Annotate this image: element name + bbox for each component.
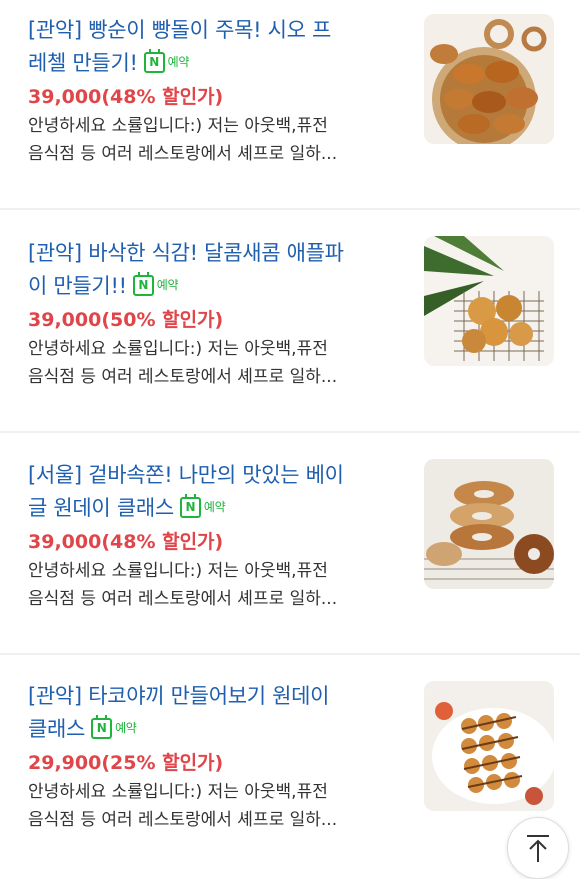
item-text: [관악] 빵순이 빵돌이 주목! 시오 프 레첼 만들기! N 예약 39,000(… <box>28 14 396 168</box>
naver-calendar-icon: N <box>179 493 201 518</box>
reservation-label: 예약 <box>203 499 226 514</box>
item-thumbnail[interactable] <box>424 14 554 144</box>
item-title[interactable]: [서울] 겉바속쫀! 나만의 맛있는 베이 글 원데이 클래스 N 예약 <box>28 459 396 526</box>
naver-calendar-icon: N <box>143 48 165 73</box>
item-thumbnail[interactable] <box>424 681 554 811</box>
item-text: [관악] 바삭한 식감! 달콤새콤 애플파 이 만들기!! N 예약 39,000(… <box>28 237 396 391</box>
item-thumbnail[interactable] <box>424 236 554 366</box>
title-line-2[interactable]: 레첼 만들기! <box>28 51 138 75</box>
item-price: 39,000(50% 할인가) <box>28 308 224 331</box>
scroll-to-top-button[interactable] <box>507 817 569 879</box>
reservation-badge: N 예약 <box>143 46 190 79</box>
item-title[interactable]: [관악] 타코야끼 만들어보기 원데이 클래스 N 예약 <box>28 680 396 747</box>
list-item[interactable]: [관악] 빵순이 빵돌이 주목! 시오 프 레첼 만들기! N 예약 39,000(… <box>0 0 580 210</box>
reservation-label: 예약 <box>167 54 190 69</box>
desc-line-1: 안녕하세요 소률입니다:) 저는 아웃백,퓨전 <box>28 781 328 802</box>
item-price: 29,900(25% 할인가) <box>28 751 224 774</box>
title-line-1[interactable]: [서울] 겉바속쫀! 나만의 맛있는 베이 <box>28 463 344 487</box>
desc-line-2: 음식점 등 여러 레스토랑에서 셰프로 일하... <box>28 366 338 387</box>
item-title[interactable]: [관악] 빵순이 빵돌이 주목! 시오 프 레첼 만들기! N 예약 <box>28 14 396 81</box>
naver-calendar-icon: N <box>91 714 113 739</box>
list-item[interactable]: [관악] 바삭한 식감! 달콤새콤 애플파 이 만들기!! N 예약 39,000(… <box>0 210 580 433</box>
item-price: 39,000(48% 할인가) <box>28 85 224 108</box>
desc-line-1: 안녕하세요 소률입니다:) 저는 아웃백,퓨전 <box>28 338 328 359</box>
item-price: 39,000(48% 할인가) <box>28 530 224 553</box>
reservation-badge: N 예약 <box>91 712 137 745</box>
reservation-badge: N 예약 <box>179 491 226 524</box>
item-thumbnail[interactable] <box>424 459 554 589</box>
arrow-up-icon <box>527 835 549 862</box>
item-text: [관악] 타코야끼 만들어보기 원데이 클래스 N 예약 29,900(25% 할인… <box>28 680 396 834</box>
title-line-2[interactable]: 클래스 <box>28 717 85 741</box>
title-line-2[interactable]: 글 원데이 클래스 <box>28 496 174 520</box>
item-title[interactable]: [관악] 바삭한 식감! 달콤새콤 애플파 이 만들기!! N 예약 <box>28 237 396 304</box>
reservation-badge: N 예약 <box>132 269 179 302</box>
naver-calendar-icon: N <box>132 271 154 296</box>
reservation-label: 예약 <box>156 277 179 292</box>
desc-line-1: 안녕하세요 소률입니다:) 저는 아웃백,퓨전 <box>28 115 328 136</box>
desc-line-2: 음식점 등 여러 레스토랑에서 셰프로 일하... <box>28 809 338 830</box>
desc-line-1: 안녕하세요 소률입니다:) 저는 아웃백,퓨전 <box>28 560 328 581</box>
title-line-1[interactable]: [관악] 빵순이 빵돌이 주목! 시오 프 <box>28 18 331 42</box>
title-line-2[interactable]: 이 만들기!! <box>28 274 127 298</box>
list-item[interactable]: [관악] 타코야끼 만들어보기 원데이 클래스 N 예약 29,900(25% 할인… <box>0 655 580 865</box>
item-text: [서울] 겉바속쫀! 나만의 맛있는 베이 글 원데이 클래스 N 예약 39,00… <box>28 459 396 613</box>
title-line-1[interactable]: [관악] 타코야끼 만들어보기 원데이 <box>28 684 330 708</box>
desc-line-2: 음식점 등 여러 레스토랑에서 셰프로 일하... <box>28 588 338 609</box>
class-list: [관악] 빵순이 빵돌이 주목! 시오 프 레첼 만들기! N 예약 39,000(… <box>0 0 580 865</box>
desc-line-2: 음식점 등 여러 레스토랑에서 셰프로 일하... <box>28 143 338 164</box>
title-line-1[interactable]: [관악] 바삭한 식감! 달콤새콤 애플파 <box>28 241 344 265</box>
list-item[interactable]: [서울] 겉바속쫀! 나만의 맛있는 베이 글 원데이 클래스 N 예약 39,00… <box>0 433 580 655</box>
reservation-label: 예약 <box>115 720 137 735</box>
